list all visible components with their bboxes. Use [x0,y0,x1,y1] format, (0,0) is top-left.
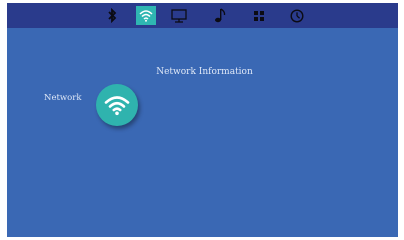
tab-display[interactable] [169,6,189,25]
tab-wifi[interactable] [136,6,156,25]
network-tile[interactable] [96,84,138,126]
bluetooth-icon [108,8,117,23]
tab-music[interactable] [210,6,230,25]
network-label: Network [44,93,82,103]
top-tab-bar [7,3,398,28]
tab-apps[interactable] [249,6,269,25]
section-title: Network Information [156,67,253,77]
apps-icon [254,10,264,21]
wifi-icon [139,10,153,22]
settings-screen: Network Information Network [7,3,398,237]
clock-icon [290,8,304,23]
tab-bluetooth[interactable] [102,6,122,25]
wifi-icon [104,96,130,116]
display-icon [171,8,187,23]
tab-clock[interactable] [287,6,307,25]
music-icon [215,8,226,23]
